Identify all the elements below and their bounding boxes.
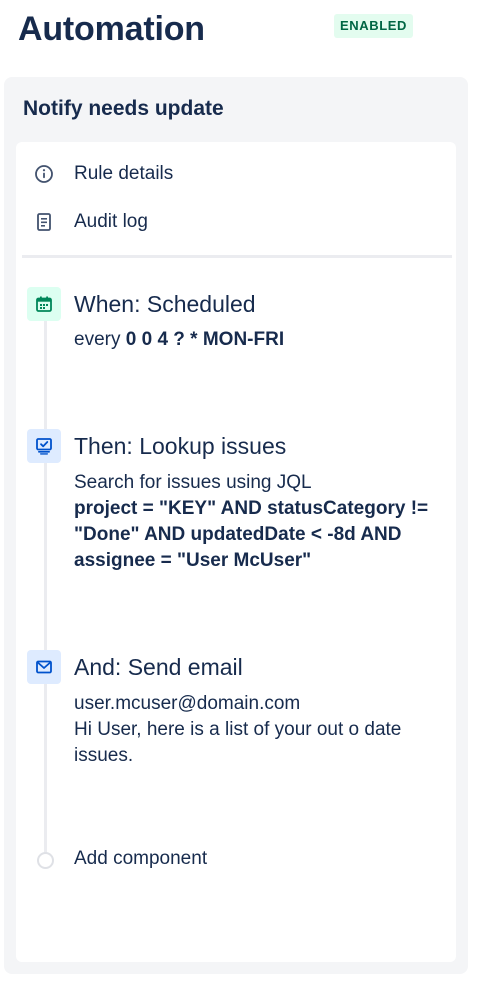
info-icon xyxy=(34,164,54,184)
lookup-desc: Search for issues using JQL xyxy=(74,472,312,493)
trigger-title: When: Scheduled xyxy=(74,291,256,317)
audit-log-label: Audit log xyxy=(74,211,148,232)
jql-line-2: "Done" AND updatedDate < -8d AND xyxy=(74,524,402,545)
add-component-button[interactable]: Add component xyxy=(16,843,456,877)
add-circle-icon xyxy=(37,852,54,869)
rule-details-label: Rule details xyxy=(74,163,174,184)
audit-log-link[interactable]: Audit log xyxy=(16,202,456,242)
rule-name: Notify needs update xyxy=(23,97,224,120)
jql-line-3: assignee = "User McUser" xyxy=(74,550,312,571)
rule-panel: Notify needs update Rule details Audit l… xyxy=(4,77,468,974)
cron-expression: 0 0 4 ? * MON-FRI xyxy=(125,329,285,350)
email-title: And: Send email xyxy=(74,654,243,680)
header: Automation ENABLED xyxy=(18,8,478,52)
mail-icon xyxy=(27,650,61,684)
email-body-line-1: Hi User, here is a list of your out o da… xyxy=(74,719,402,740)
schedule-prefix: every xyxy=(74,329,121,350)
rule-details-link[interactable]: Rule details xyxy=(16,154,456,194)
calendar-icon xyxy=(27,287,61,321)
rule-card: Rule details Audit log When: Scheduled e… xyxy=(16,142,456,962)
divider xyxy=(22,255,452,258)
lookup-icon xyxy=(27,429,61,463)
trigger-schedule: every 0 0 4 ? * MON-FRI xyxy=(74,327,454,353)
page-title: Automation xyxy=(18,10,205,48)
email-recipient: user.mcuser@domain.com xyxy=(74,693,301,714)
add-component-label: Add component xyxy=(74,848,208,869)
lookup-title: Then: Lookup issues xyxy=(74,433,287,459)
jql-line-1: project = "KEY" AND statusCategory != xyxy=(74,498,429,519)
status-badge: ENABLED xyxy=(334,14,414,38)
email-body-line-2: issues. xyxy=(74,745,134,766)
timeline-line xyxy=(44,314,47,854)
document-icon xyxy=(34,212,54,232)
